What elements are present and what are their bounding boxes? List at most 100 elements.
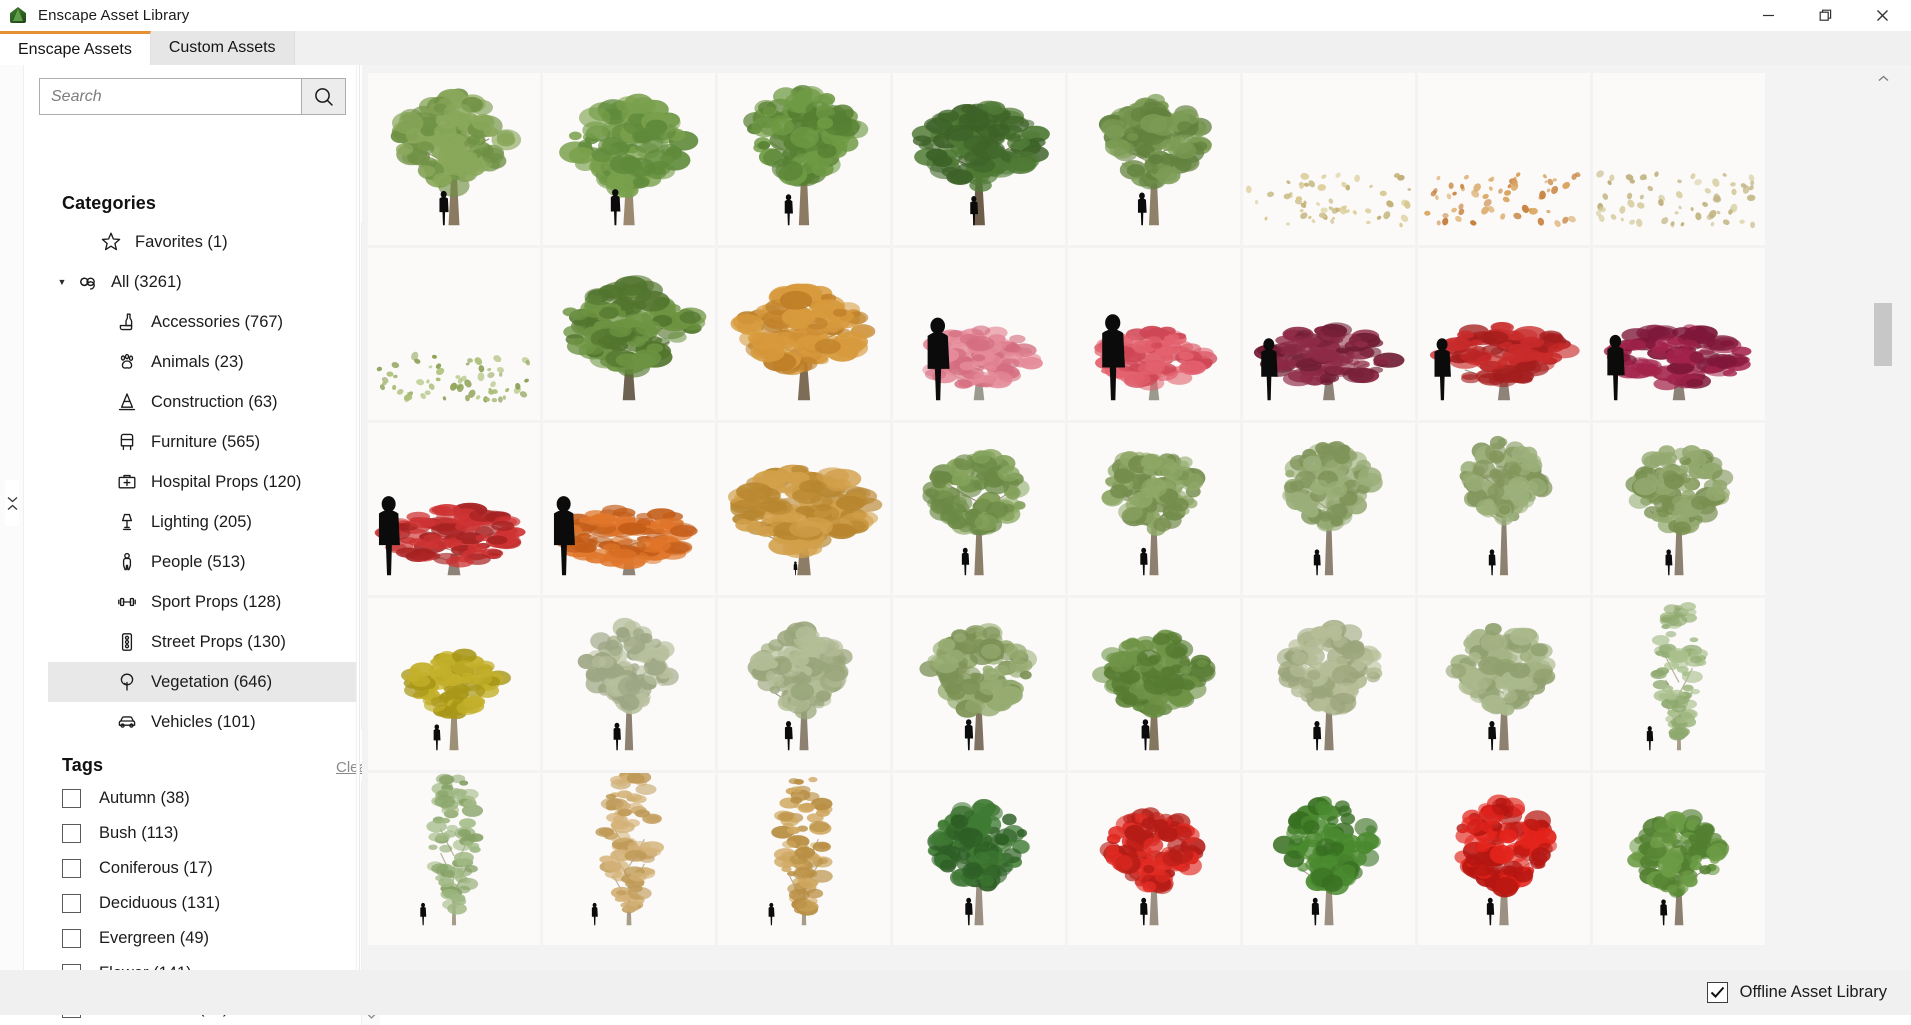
asset-tile[interactable] bbox=[368, 73, 543, 248]
asset-tile[interactable] bbox=[1068, 773, 1243, 948]
asset-tile[interactable] bbox=[1418, 423, 1593, 598]
sidebar-category-vegetation[interactable]: Vegetation (646) bbox=[48, 662, 360, 702]
asset-thumbnail-shrub-icon bbox=[1068, 248, 1240, 420]
asset-tile[interactable] bbox=[1243, 598, 1418, 773]
sidebar-category-all[interactable]: ▼ All (3261) bbox=[48, 262, 360, 302]
asset-tile[interactable] bbox=[1243, 248, 1418, 423]
asset-thumbnail-shrub-icon bbox=[1243, 248, 1415, 420]
asset-thumbnail-broadleaf-icon bbox=[543, 73, 715, 245]
sidebar: Categories Favorites (1) ▼ All (3261) Acces… bbox=[24, 65, 380, 1025]
asset-tile[interactable] bbox=[1418, 248, 1593, 423]
tag-row-coniferous[interactable]: Coniferous (17) bbox=[48, 851, 360, 886]
asset-tile[interactable] bbox=[718, 773, 893, 948]
tag-row-evergreen[interactable]: Evergreen (49) bbox=[48, 921, 360, 956]
asset-grid-scrollbar[interactable] bbox=[1873, 65, 1893, 970]
asset-tile[interactable] bbox=[543, 73, 718, 248]
sidebar-category-accessories[interactable]: Accessories (767) bbox=[48, 302, 360, 342]
tag-checkbox[interactable] bbox=[62, 859, 81, 878]
sidebar-divider[interactable] bbox=[356, 65, 360, 970]
categories-list[interactable]: Favorites (1) ▼ All (3261) Accessories (767… bbox=[48, 222, 360, 730]
asset-tile[interactable] bbox=[543, 248, 718, 423]
search-input[interactable] bbox=[40, 79, 301, 114]
sidebar-category-vehicles[interactable]: Vehicles (101) bbox=[48, 702, 360, 730]
asset-tile[interactable] bbox=[1593, 598, 1768, 773]
asset-tile[interactable] bbox=[368, 598, 543, 773]
sidebar-category-favorites[interactable]: Favorites (1) bbox=[48, 222, 360, 262]
asset-tile[interactable] bbox=[718, 423, 893, 598]
minimize-button[interactable] bbox=[1740, 0, 1797, 31]
tag-checkbox[interactable] bbox=[62, 894, 81, 913]
asset-tile[interactable] bbox=[368, 423, 543, 598]
search-box bbox=[39, 78, 346, 115]
asset-grid[interactable] bbox=[368, 73, 1768, 957]
categories-heading: Categories bbox=[62, 193, 157, 213]
asset-tile[interactable] bbox=[1593, 73, 1768, 248]
asset-tile[interactable] bbox=[543, 598, 718, 773]
sidebar-category-label: People (513) bbox=[151, 552, 246, 571]
sidebar-category-furniture[interactable]: Furniture (565) bbox=[48, 422, 360, 462]
asset-thumbnail-broadleaf-icon bbox=[543, 598, 715, 770]
asset-thumbnail-petals-icon bbox=[1593, 73, 1765, 245]
asset-thumbnail-shrub-icon bbox=[1593, 248, 1765, 420]
asset-tile[interactable] bbox=[893, 773, 1068, 948]
asset-thumbnail-columnar-icon bbox=[543, 773, 715, 945]
asset-tile[interactable] bbox=[1068, 423, 1243, 598]
asset-tile[interactable] bbox=[718, 248, 893, 423]
asset-thumbnail-broadleaf-icon bbox=[893, 423, 1065, 595]
tab-custom-assets[interactable]: Custom Assets bbox=[150, 31, 295, 65]
asset-thumbnail-broadleaf-icon bbox=[1418, 773, 1590, 945]
asset-tile[interactable] bbox=[543, 423, 718, 598]
tag-row-bush[interactable]: Bush (113) bbox=[48, 816, 360, 851]
asset-tile[interactable] bbox=[1418, 73, 1593, 248]
chevron-up-icon[interactable] bbox=[1873, 67, 1893, 89]
asset-tile[interactable] bbox=[1418, 773, 1593, 948]
search-icon[interactable] bbox=[301, 79, 345, 114]
sidebar-category-sport-props[interactable]: Sport Props (128) bbox=[48, 582, 360, 622]
sidebar-category-construction[interactable]: Construction (63) bbox=[48, 382, 360, 422]
asset-tile[interactable] bbox=[1593, 423, 1768, 598]
asset-tile[interactable] bbox=[893, 248, 1068, 423]
asset-tile[interactable] bbox=[1593, 773, 1768, 948]
asset-tile[interactable] bbox=[1243, 73, 1418, 248]
sidebar-category-street-props[interactable]: Street Props (130) bbox=[48, 622, 360, 662]
tag-checkbox[interactable] bbox=[62, 929, 81, 948]
sidebar-category-label: All (3261) bbox=[111, 272, 182, 291]
asset-tile[interactable] bbox=[893, 423, 1068, 598]
asset-thumbnail-broadleaf-icon bbox=[1068, 598, 1240, 770]
sidebar-category-animals[interactable]: Animals (23) bbox=[48, 342, 360, 382]
lamp-icon bbox=[112, 510, 142, 534]
asset-tile[interactable] bbox=[718, 598, 893, 773]
asset-tile[interactable] bbox=[1068, 73, 1243, 248]
sidebar-category-hospital-props[interactable]: Hospital Props (120) bbox=[48, 462, 360, 502]
asset-tile[interactable] bbox=[1068, 248, 1243, 423]
asset-tile[interactable] bbox=[1243, 773, 1418, 948]
asset-tile[interactable] bbox=[368, 773, 543, 948]
tag-checkbox[interactable] bbox=[62, 824, 81, 843]
maximize-restore-button[interactable] bbox=[1797, 0, 1854, 31]
collapse-chevrons-icon[interactable] bbox=[5, 480, 19, 526]
asset-tile[interactable] bbox=[1418, 598, 1593, 773]
asset-tile[interactable] bbox=[1068, 598, 1243, 773]
chevron-down-icon[interactable]: ▼ bbox=[52, 277, 72, 287]
sidebar-category-lighting[interactable]: Lighting (205) bbox=[48, 502, 360, 542]
asset-tile[interactable] bbox=[718, 73, 893, 248]
asset-tile[interactable] bbox=[893, 598, 1068, 773]
asset-tile[interactable] bbox=[543, 773, 718, 948]
dumbbell-icon bbox=[112, 590, 142, 614]
tag-row-deciduous[interactable]: Deciduous (131) bbox=[48, 886, 360, 921]
tag-row-autumn[interactable]: Autumn (38) bbox=[48, 781, 360, 816]
tag-label: Evergreen (49) bbox=[99, 929, 210, 947]
sidebar-category-people[interactable]: People (513) bbox=[48, 542, 360, 582]
close-button[interactable] bbox=[1854, 0, 1911, 31]
asset-tile[interactable] bbox=[893, 73, 1068, 248]
asset-tile[interactable] bbox=[1243, 423, 1418, 598]
tab-enscape-assets[interactable]: Enscape Assets bbox=[0, 31, 151, 65]
first-aid-kit-icon bbox=[112, 470, 142, 494]
main-content: Categories Favorites (1) ▼ All (3261) Acces… bbox=[0, 65, 1911, 1025]
asset-grid-scroll-thumb[interactable] bbox=[1874, 303, 1892, 366]
tag-checkbox[interactable] bbox=[62, 789, 81, 808]
asset-tile[interactable] bbox=[1593, 248, 1768, 423]
offline-asset-library-checkbox[interactable] bbox=[1706, 982, 1728, 1003]
offline-asset-library-label: Offline Asset Library bbox=[1739, 983, 1887, 1001]
asset-tile[interactable] bbox=[368, 248, 543, 423]
